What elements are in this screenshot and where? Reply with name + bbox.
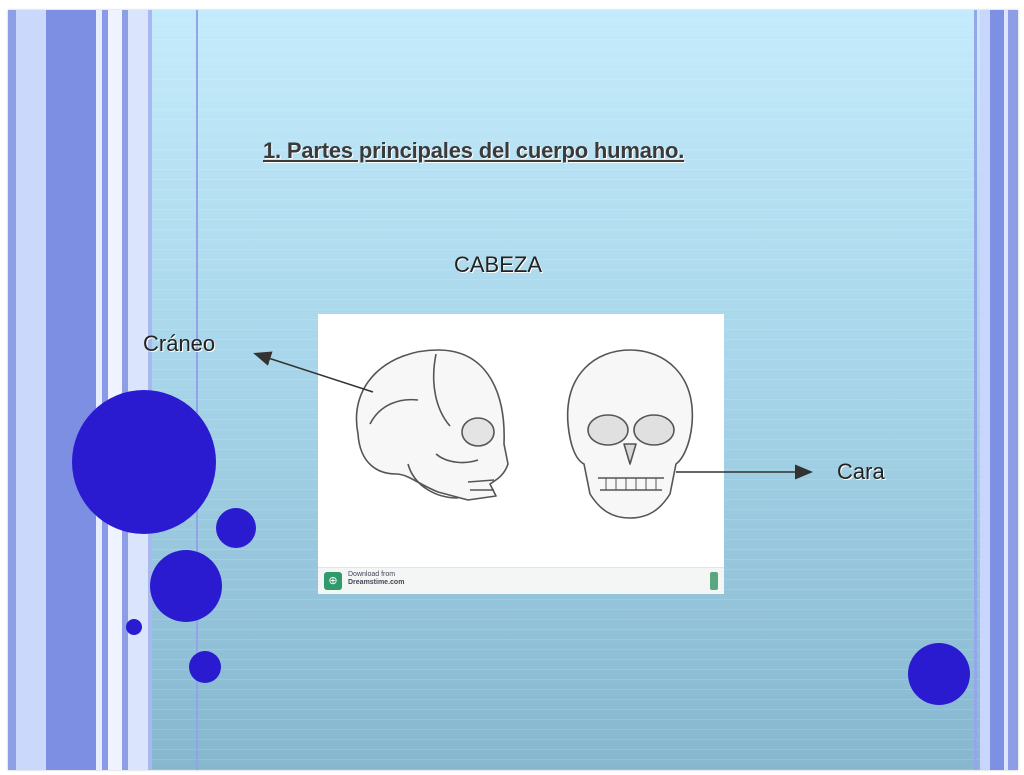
slide: 1. Partes principales del cuerpo humano.… <box>8 10 1018 770</box>
arrow-to-skull <box>253 351 374 393</box>
annotation-arrows <box>253 351 813 480</box>
